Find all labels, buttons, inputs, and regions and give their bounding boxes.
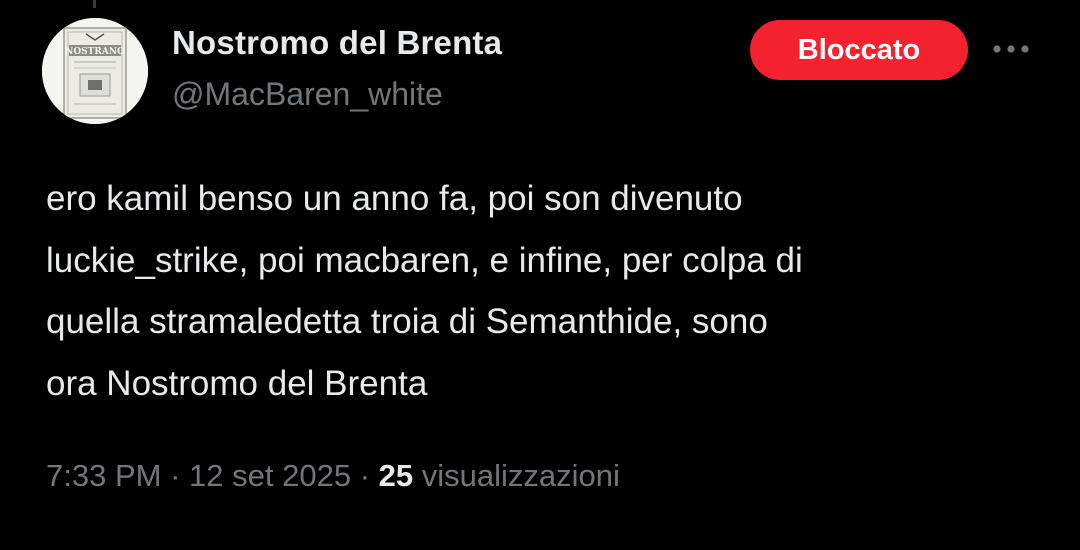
avatar-image: NOSTRANO — [42, 18, 148, 124]
tweet-time[interactable]: 7:33 PM — [46, 458, 161, 493]
tweet-text-line: luckie_strike, poi macbaren, e infine, p… — [46, 240, 803, 280]
avatar[interactable]: NOSTRANO — [42, 18, 148, 124]
tweet: NOSTRANO Nostromo del Brenta @MacBaren_w… — [0, 0, 1080, 550]
author-display-name[interactable]: Nostromo del Brenta — [172, 24, 502, 62]
meta-separator: · — [170, 458, 181, 493]
meta-separator: · — [359, 458, 371, 493]
ellipsis-icon — [993, 45, 1029, 53]
tweet-text: ero kamil benso un anno fa, poi son dive… — [46, 168, 1046, 414]
avatar-brand-text: NOSTRANO — [65, 47, 125, 57]
more-options-button[interactable] — [988, 34, 1034, 64]
tweet-text-line: quella stramaledetta troia di Semanthide… — [46, 302, 768, 341]
tweet-meta: 7:33 PM · 12 set 2025 · 25 visualizzazio… — [46, 458, 620, 494]
author-handle[interactable]: @MacBaren_white — [172, 76, 443, 113]
blocked-button[interactable]: Bloccato — [750, 20, 968, 80]
tweet-text-line: ero kamil benso un anno fa, poi son dive… — [46, 179, 743, 218]
thread-connector-line — [93, 0, 96, 8]
tweet-text-line: ora Nostromo del Brenta — [46, 363, 428, 403]
tweet-date[interactable]: 12 set 2025 — [189, 458, 351, 493]
views-label[interactable]: visualizzazioni — [422, 458, 620, 493]
views-count[interactable]: 25 — [379, 458, 413, 493]
